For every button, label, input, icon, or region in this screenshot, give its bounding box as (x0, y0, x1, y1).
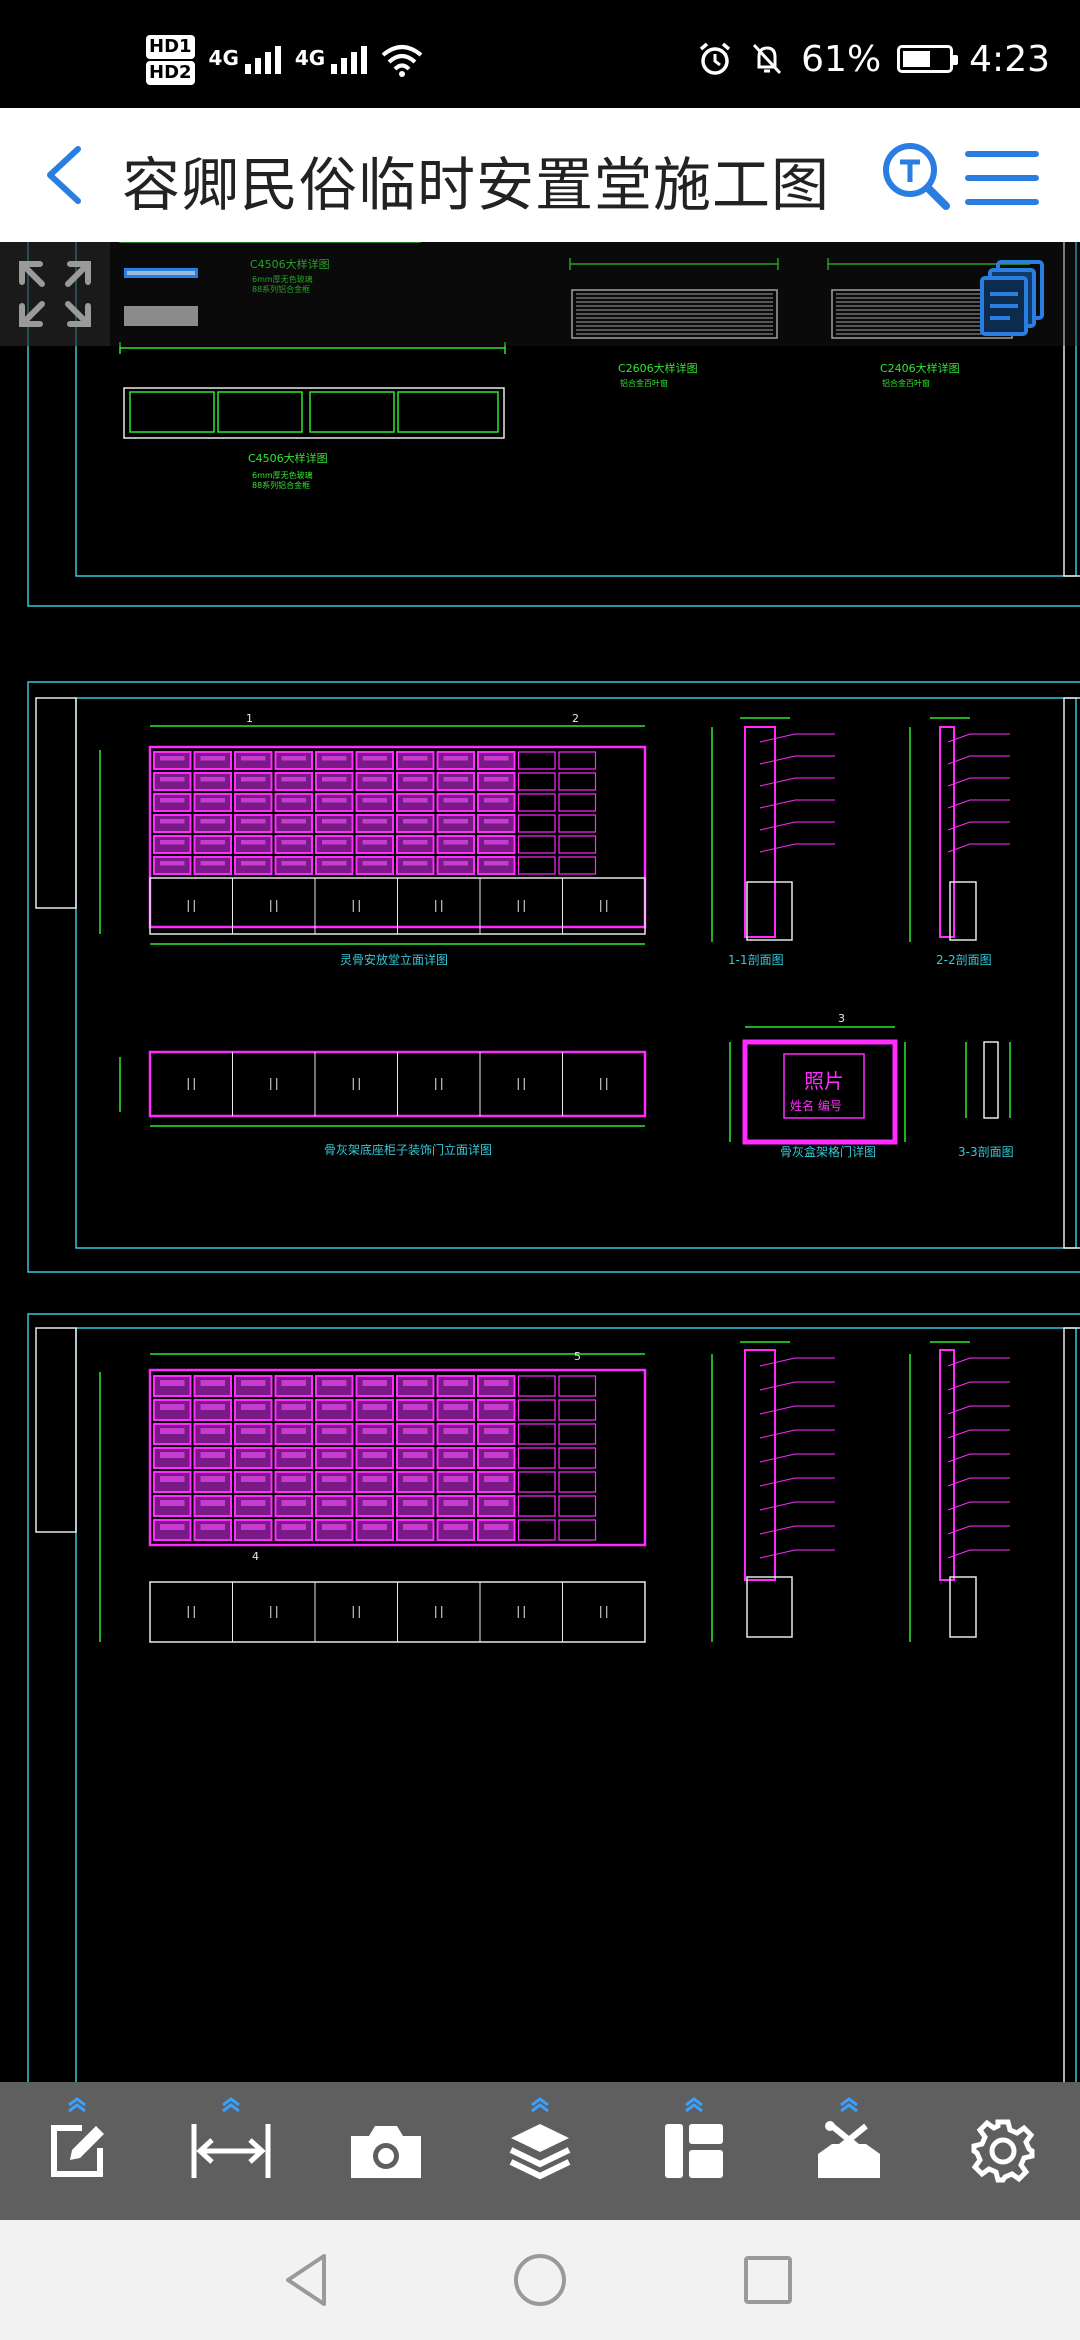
measure-tool-button[interactable] (176, 2091, 286, 2211)
measure-icon (191, 2124, 271, 2178)
signal-2-icon: 4G (294, 46, 368, 74)
page-title: 容卿民俗临时安置堂施工图 (122, 151, 831, 219)
label-niche-door: 骨灰盒架格门详图 (780, 1144, 876, 1159)
label-c4506-bottom: C4506大样详图 (248, 451, 328, 465)
label-c2406: C2406大样详图 (880, 361, 960, 375)
status-right: 61% 4:23 (697, 34, 1050, 84)
settings-icon (971, 2119, 1035, 2183)
chevron-left-icon[interactable] (36, 143, 96, 207)
signal-1-icon: 4G (209, 46, 281, 74)
expand-up-icon[interactable] (220, 2097, 242, 2113)
drawing-top-overlay (110, 242, 1080, 346)
label-grid-2: 2 (572, 712, 579, 725)
layers-icon (509, 2124, 571, 2180)
nav-recents-icon[interactable] (738, 2250, 798, 2310)
pages-icon[interactable] (976, 258, 1048, 338)
toolbox-icon (817, 2121, 880, 2178)
label-c2406-note: 铝合金百叶窗 (882, 378, 930, 388)
label-grid-4: 4 (252, 1550, 259, 1563)
bottom-toolbar (0, 2082, 1080, 2220)
edit-icon (51, 2125, 105, 2177)
network-1-label: 4G (208, 46, 239, 70)
label-photo: 照片 (804, 1069, 844, 1093)
hd-indicator: HD1 HD2 (146, 34, 195, 86)
nav-back-icon[interactable] (278, 2250, 338, 2310)
hd1-badge: HD1 (146, 35, 195, 59)
expand-up-icon[interactable] (838, 2097, 860, 2113)
hd2-badge: HD2 (146, 61, 195, 85)
expand-up-icon[interactable] (529, 2097, 551, 2113)
label-c2606: C2606大样详图 (618, 361, 698, 375)
drawing-canvas[interactable]: C4506大样详图 6mm厚无色玻璃 88系列铝合金框 C2606大样详图 铝合… (0, 242, 1080, 2082)
nav-home-icon[interactable] (510, 2250, 570, 2310)
title-bar: 容卿民俗临时安置堂施工图 (0, 108, 1080, 242)
fullscreen-button[interactable] (0, 242, 110, 346)
label-grid-5: 5 (574, 1350, 581, 1363)
camera-tool-button[interactable] (331, 2091, 441, 2211)
layout-tool-button[interactable] (639, 2091, 749, 2211)
label-section-3-3: 3-3剖面图 (958, 1145, 1014, 1159)
cad-drawing[interactable]: C4506大样详图 6mm厚无色玻璃 88系列铝合金框 C2606大样详图 铝合… (0, 242, 1080, 2082)
label-grid-3: 3 (838, 1012, 845, 1025)
label-lower-elevation: 骨灰架底座柜子装饰门立面详图 (324, 1142, 492, 1157)
layout-icon (665, 2124, 724, 2178)
mute-icon (753, 43, 782, 75)
battery-icon (897, 45, 959, 73)
settings-tool-button[interactable] (948, 2091, 1058, 2211)
battery-percent: 61% (801, 38, 882, 80)
text-search-icon[interactable] (880, 140, 952, 212)
wifi-icon (381, 45, 423, 77)
expand-up-icon[interactable] (683, 2097, 705, 2113)
status-left: HD1 HD2 4G 4G (146, 30, 423, 90)
expand-up-icon[interactable] (66, 2097, 88, 2113)
status-bar: HD1 HD2 4G 4G 61% 4:23 (0, 0, 1080, 108)
edit-tool-button[interactable] (22, 2091, 132, 2211)
label-elevation-detail: 灵骨安放堂立面详图 (340, 952, 448, 967)
clock: 4:23 (969, 38, 1050, 80)
label-section-2-2: 2-2剖面图 (936, 953, 992, 967)
layers-tool-button[interactable] (485, 2091, 595, 2211)
label-c4506-bottom-note2: 88系列铝合金框 (252, 480, 310, 490)
network-2-label: 4G (294, 46, 326, 70)
toolbox-tool-button[interactable] (794, 2091, 904, 2211)
label-name-number: 姓名 编号 (790, 1098, 842, 1113)
label-c4506-bottom-note: 6mm厚无色玻璃 (252, 470, 313, 480)
menu-icon[interactable] (964, 146, 1040, 210)
fullscreen-icon (19, 261, 91, 327)
layer-swatch-inactive[interactable] (124, 306, 198, 326)
alarm-icon (700, 42, 731, 75)
label-grid-1: 1 (246, 712, 253, 725)
label-c2606-note: 铝合金百叶窗 (620, 378, 668, 388)
label-section-1-1: 1-1剖面图 (728, 953, 784, 967)
layer-swatch-active[interactable] (124, 268, 198, 278)
system-nav-bar (0, 2220, 1080, 2340)
camera-icon (350, 2126, 421, 2178)
